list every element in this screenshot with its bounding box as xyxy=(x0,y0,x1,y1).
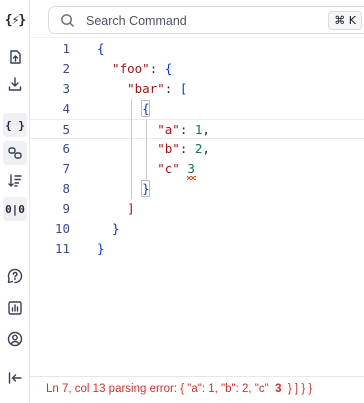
braces-icon[interactable]: { } xyxy=(3,113,27,137)
editor-line[interactable]: 4{ xyxy=(30,99,364,119)
code-text: "foo": { xyxy=(112,61,173,76)
code-text: } xyxy=(97,241,105,256)
indent-guide xyxy=(146,119,148,179)
sidebar: {⚡} { } 0|0 xyxy=(0,0,30,403)
code-text: } xyxy=(112,221,120,236)
editor-line[interactable]: 7 "c" 3 xyxy=(30,159,364,179)
sort-icon[interactable] xyxy=(3,169,27,193)
bracket-match-highlight xyxy=(141,180,151,197)
search-icon xyxy=(60,13,75,28)
line-number: 9 xyxy=(62,201,70,216)
line-number: 11 xyxy=(54,241,70,256)
error-snippet-pre: { "a": 1, "b": 2, "c" xyxy=(180,383,269,395)
editor-line[interactable]: 3 "bar": [ xyxy=(30,79,364,99)
upload-icon[interactable] xyxy=(3,45,27,69)
editor-line[interactable]: 6 "b": 2, xyxy=(30,139,364,159)
chart-icon[interactable] xyxy=(3,296,27,320)
editor-line[interactable]: 8} xyxy=(30,179,364,199)
indent-guide xyxy=(131,99,133,199)
line-number: 8 xyxy=(62,181,70,196)
app-logo[interactable]: {⚡} xyxy=(3,8,27,32)
cursor-position: Ln 7, col 13 xyxy=(46,383,106,395)
split-view-icon[interactable]: 0|0 xyxy=(3,197,27,221)
code-text: "b": 2, xyxy=(157,141,210,156)
line-number: 4 xyxy=(62,101,70,116)
download-icon[interactable] xyxy=(3,72,27,96)
user-icon[interactable] xyxy=(3,327,27,351)
collapse-icon[interactable] xyxy=(3,366,27,390)
editor-line[interactable]: 1{ xyxy=(30,39,364,59)
code-text: ] xyxy=(127,201,135,216)
line-number: 1 xyxy=(62,41,70,56)
line-number: 3 xyxy=(62,81,70,96)
line-number: 5 xyxy=(62,122,70,137)
line-number: 10 xyxy=(54,221,70,236)
code-text: "bar": [ xyxy=(127,81,188,96)
line-number: 6 xyxy=(62,141,70,156)
code-text: { xyxy=(97,41,105,56)
search-placeholder: Search Command xyxy=(86,14,187,28)
shortcut-badge: ⌘ K xyxy=(328,11,362,30)
error-squiggle xyxy=(187,176,197,180)
top-bar: Search Command ⌘ K xyxy=(30,0,364,38)
compare-icon[interactable] xyxy=(3,141,27,165)
bracket-match-highlight xyxy=(141,100,151,117)
line-number: 2 xyxy=(62,61,70,76)
editor-line[interactable]: 10} xyxy=(30,219,364,239)
line-number: 7 xyxy=(62,161,70,176)
code-text: "a": 1, xyxy=(157,122,210,137)
editor-line[interactable]: 2 "foo": { xyxy=(30,59,364,79)
editor-line[interactable]: 9] xyxy=(30,199,364,219)
status-bar: Ln 7, col 13 parsing error: { "a": 1, "b… xyxy=(30,376,364,403)
parse-error-message: Ln 7, col 13 parsing error: { "a": 1, "b… xyxy=(46,383,312,395)
editor-line[interactable]: 11} xyxy=(30,239,364,259)
editor-line[interactable]: 5 "a": 1, xyxy=(30,119,364,139)
help-icon[interactable] xyxy=(3,264,27,288)
command-search[interactable]: Search Command ⌘ K xyxy=(48,6,364,34)
code-editor[interactable]: 1{2 "foo": {3 "bar": [4{5 "a": 1, 6 "b": 2, 7 "… xyxy=(30,38,364,376)
error-label: parsing error: xyxy=(108,383,178,395)
error-snippet-post: } ] } } xyxy=(287,383,313,395)
error-token: 3 xyxy=(275,383,282,395)
